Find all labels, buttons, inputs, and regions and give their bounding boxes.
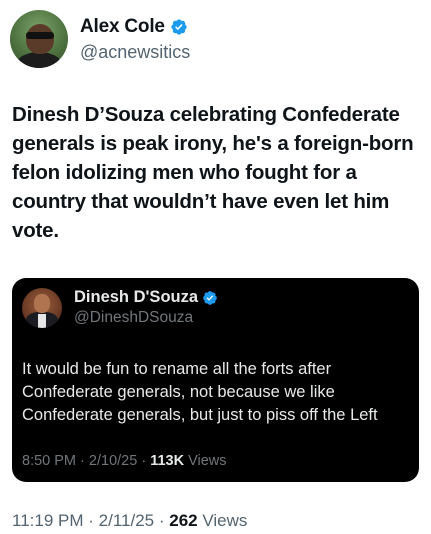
tweet-meta: 11:19 PM · 2/11/25 · 262 Views (12, 511, 247, 531)
author-avatar[interactable] (10, 10, 68, 68)
quoted-author-avatar[interactable] (22, 288, 62, 328)
tweet-text: Dinesh D’Souza celebrating Confederate g… (12, 103, 414, 242)
verified-badge-icon (203, 290, 217, 305)
tweet-screenshot: Alex Cole @acnewsitics Dinesh D’Souza ce… (0, 0, 431, 534)
meta-separator: · (88, 511, 94, 530)
verified-badge-icon (171, 18, 187, 35)
author-display-name[interactable]: Alex Cole (80, 16, 165, 38)
tweet-views-count: 262 (169, 511, 198, 530)
meta-separator: · (158, 511, 165, 530)
tweet-date[interactable]: 2/11/25 (99, 511, 154, 530)
quoted-author-info: Dinesh D'Souza @DineshDSouza (74, 288, 218, 327)
quoted-tweet-date[interactable]: 2/10/25 (89, 453, 137, 469)
meta-separator: · (80, 453, 85, 469)
quoted-tweet-card[interactable]: Dinesh D'Souza @DineshDSouza It would be… (12, 278, 419, 482)
quoted-author-handle[interactable]: @DineshDSouza (74, 309, 218, 327)
tweet-views-label: Views (202, 511, 248, 530)
quoted-author-display-name[interactable]: Dinesh D'Souza (74, 288, 198, 307)
author-info: Alex Cole @acnewsitics (80, 16, 190, 63)
author-handle[interactable]: @acnewsitics (80, 42, 190, 63)
tweet-time[interactable]: 11:19 PM (12, 511, 84, 530)
quoted-tweet-meta: 8:50 PM · 2/10/25 · 113K Views (22, 453, 227, 469)
tweet-header: Alex Cole @acnewsitics (10, 10, 190, 68)
meta-separator: · (141, 453, 147, 469)
quoted-tweet-views-count: 113K (150, 453, 185, 469)
quoted-tweet-text: It would be fun to rename all the forts … (22, 360, 378, 424)
quoted-tweet-views-label: Views (188, 453, 227, 469)
quoted-tweet-time[interactable]: 8:50 PM (22, 453, 76, 469)
